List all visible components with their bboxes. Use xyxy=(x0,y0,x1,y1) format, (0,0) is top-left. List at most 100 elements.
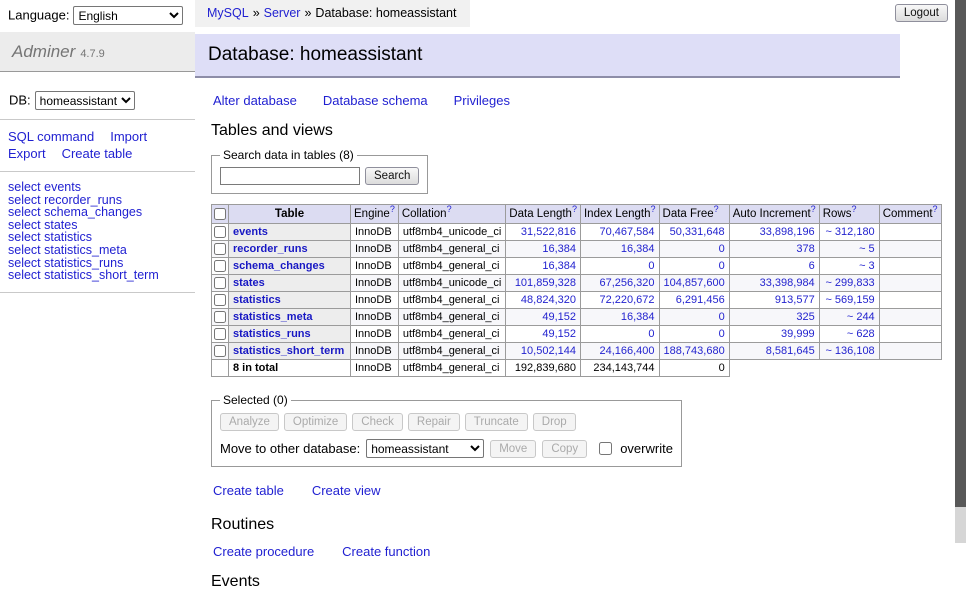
index-length-link[interactable]: 0 xyxy=(648,260,654,272)
search-input[interactable] xyxy=(220,167,360,185)
auto-increment-link[interactable]: 6 xyxy=(809,260,815,272)
table-link-schema_changes[interactable]: schema_changes xyxy=(233,260,325,272)
rows-link[interactable]: ~ 5 xyxy=(859,243,875,255)
data-free-link[interactable]: 50,331,648 xyxy=(670,226,725,238)
bulk-check-button[interactable]: Check xyxy=(352,413,403,431)
export-link[interactable]: Export xyxy=(8,146,46,161)
brand-name[interactable]: Adminer xyxy=(12,42,75,61)
auto-increment-link[interactable]: 913,577 xyxy=(775,294,815,306)
sidebar-select-statistics_short_term-link[interactable]: select statistics_short_term xyxy=(8,269,195,282)
db-select[interactable]: homeassistant xyxy=(35,91,135,110)
auto-increment-link[interactable]: 39,999 xyxy=(781,328,815,340)
data-free-link[interactable]: 0 xyxy=(719,260,725,272)
auto-increment-link[interactable]: 33,898,196 xyxy=(760,226,815,238)
index-length-link[interactable]: 16,384 xyxy=(621,243,655,255)
index-length-link[interactable]: 72,220,672 xyxy=(599,294,654,306)
database-schema-link[interactable]: Database schema xyxy=(323,93,428,108)
row-checkbox[interactable] xyxy=(214,345,226,357)
scrollbar-thumb[interactable] xyxy=(955,0,966,507)
column-help-link[interactable]: ? xyxy=(933,205,938,215)
data-free-link[interactable]: 6,291,456 xyxy=(676,294,725,306)
auto-increment-link[interactable]: 33,398,984 xyxy=(760,277,815,289)
table-link-states[interactable]: states xyxy=(233,277,265,289)
vertical-scrollbar[interactable] xyxy=(955,0,966,543)
bulk-optimize-button[interactable]: Optimize xyxy=(284,413,347,431)
data-length-link[interactable]: 31,522,816 xyxy=(521,226,576,238)
data-length-link[interactable]: 16,384 xyxy=(542,243,576,255)
index-length-link[interactable]: 67,256,320 xyxy=(599,277,654,289)
index-length-link[interactable]: 16,384 xyxy=(621,311,655,323)
search-button[interactable]: Search xyxy=(365,167,419,185)
copy-button[interactable]: Copy xyxy=(542,440,587,458)
row-checkbox[interactable] xyxy=(214,311,226,323)
table-link-statistics[interactable]: statistics xyxy=(233,294,281,306)
rows-link[interactable]: ~ 628 xyxy=(847,328,875,340)
column-help-link[interactable]: ? xyxy=(651,205,656,215)
table-link-statistics_short_term[interactable]: statistics_short_term xyxy=(233,345,344,357)
bulk-repair-button[interactable]: Repair xyxy=(408,413,460,431)
table-link-statistics_runs[interactable]: statistics_runs xyxy=(233,328,311,340)
import-link[interactable]: Import xyxy=(110,129,147,144)
sidebar-select-schema_changes-link[interactable]: select schema_changes xyxy=(8,206,195,219)
index-length-link[interactable]: 70,467,584 xyxy=(599,226,654,238)
data-length-link[interactable]: 16,384 xyxy=(542,260,576,272)
rows-link[interactable]: ~ 299,833 xyxy=(825,277,874,289)
table-link-statistics_meta[interactable]: statistics_meta xyxy=(233,311,313,323)
column-help-link[interactable]: ? xyxy=(811,205,816,215)
row-checkbox[interactable] xyxy=(214,226,226,238)
rows-link[interactable]: ~ 244 xyxy=(847,311,875,323)
row-checkbox[interactable] xyxy=(214,243,226,255)
move-database-select[interactable]: homeassistant xyxy=(366,439,484,458)
bulk-analyze-button[interactable]: Analyze xyxy=(220,413,279,431)
row-checkbox[interactable] xyxy=(214,260,226,272)
row-checkbox[interactable] xyxy=(214,328,226,340)
column-help-link[interactable]: ? xyxy=(447,205,452,215)
rows-link[interactable]: ~ 569,159 xyxy=(825,294,874,306)
overwrite-checkbox[interactable] xyxy=(599,442,612,455)
table-link-recorder_runs[interactable]: recorder_runs xyxy=(233,243,308,255)
data-free-link[interactable]: 104,857,600 xyxy=(664,277,725,289)
table-link-events[interactable]: events xyxy=(233,226,268,238)
language-select[interactable]: English xyxy=(73,6,183,25)
breadcrumb-server-link[interactable]: Server xyxy=(264,6,301,20)
auto-increment-link[interactable]: 378 xyxy=(796,243,814,255)
index-length-link[interactable]: 24,166,400 xyxy=(599,345,654,357)
data-length-link[interactable]: 49,152 xyxy=(542,311,576,323)
rows-link[interactable]: ~ 3 xyxy=(859,260,875,272)
auto-increment-link[interactable]: 325 xyxy=(796,311,814,323)
rows-link[interactable]: ~ 136,108 xyxy=(825,345,874,357)
column-help-link[interactable]: ? xyxy=(851,205,856,215)
data-free-link[interactable]: 0 xyxy=(719,328,725,340)
create-function-link[interactable]: Create function xyxy=(342,544,430,559)
column-help-link[interactable]: ? xyxy=(714,205,719,215)
data-free-link[interactable]: 0 xyxy=(719,243,725,255)
privileges-link[interactable]: Privileges xyxy=(454,93,510,108)
auto-increment-link[interactable]: 8,581,645 xyxy=(766,345,815,357)
row-checkbox[interactable] xyxy=(214,277,226,289)
rows-link[interactable]: ~ 312,180 xyxy=(825,226,874,238)
create-table-link-sidebar[interactable]: Create table xyxy=(62,146,133,161)
data-length-link[interactable]: 48,824,320 xyxy=(521,294,576,306)
column-help-link[interactable]: ? xyxy=(572,205,577,215)
select-all-checkbox[interactable] xyxy=(214,208,226,220)
create-procedure-link[interactable]: Create procedure xyxy=(213,544,314,559)
bulk-drop-button[interactable]: Drop xyxy=(533,413,576,431)
column-help-link[interactable]: ? xyxy=(390,205,395,215)
index-length-link[interactable]: 0 xyxy=(648,328,654,340)
create-view-link[interactable]: Create view xyxy=(312,483,381,498)
row-checkbox[interactable] xyxy=(214,294,226,306)
bulk-truncate-button[interactable]: Truncate xyxy=(465,413,528,431)
breadcrumb-mysql-link[interactable]: MySQL xyxy=(207,6,249,20)
data-length-link[interactable]: 10,502,144 xyxy=(521,345,576,357)
sidebar-select-statistics_meta-link[interactable]: select statistics_meta xyxy=(8,244,195,257)
create-table-link[interactable]: Create table xyxy=(213,483,284,498)
data-free-link[interactable]: 0 xyxy=(719,311,725,323)
logout-button[interactable]: Logout xyxy=(895,4,948,22)
data-length-link[interactable]: 101,859,328 xyxy=(515,277,576,289)
move-button[interactable]: Move xyxy=(490,440,536,458)
sidebar-select-events-link[interactable]: select events xyxy=(8,181,195,194)
data-length-link[interactable]: 49,152 xyxy=(542,328,576,340)
data-free-link[interactable]: 188,743,680 xyxy=(664,345,725,357)
sql-command-link[interactable]: SQL command xyxy=(8,129,94,144)
alter-database-link[interactable]: Alter database xyxy=(213,93,297,108)
